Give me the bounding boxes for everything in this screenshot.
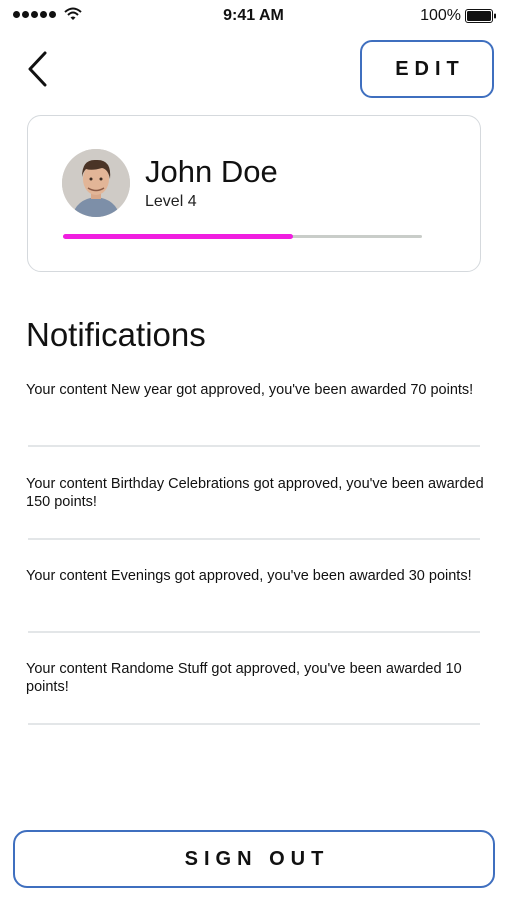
divider <box>28 631 480 633</box>
battery-percentage: 100% <box>420 7 461 24</box>
avatar[interactable] <box>62 149 130 217</box>
battery-icon <box>465 9 496 23</box>
divider <box>28 538 480 540</box>
notifications-title: Notifications <box>26 316 206 353</box>
status-bar: 9:41 AM 100% <box>0 0 507 32</box>
profile-card: John Doe Level 4 <box>27 115 481 272</box>
user-name: John Doe <box>145 154 278 189</box>
divider <box>28 445 480 447</box>
notification-item: Your content Evenings got approved, you'… <box>26 568 472 584</box>
user-level: Level 4 <box>145 193 197 210</box>
notification-item: Your content Randome Stuff got approved,… <box>26 661 462 695</box>
chevron-left-icon <box>28 51 47 87</box>
profile-screen: 9:41 AM 100% EDIT John Doe Level 4 Notif… <box>0 0 507 900</box>
user-avatar-icon <box>62 149 130 217</box>
notification-item: Your content Birthday Celebrations got a… <box>26 476 484 510</box>
sign-out-button[interactable]: SIGN OUT <box>13 830 495 888</box>
back-button[interactable] <box>20 48 54 90</box>
divider <box>28 723 480 725</box>
level-progress-fill <box>63 234 293 239</box>
level-progress-bar <box>63 234 422 239</box>
edit-button[interactable]: EDIT <box>360 40 494 98</box>
notification-item: Your content New year got approved, you'… <box>26 382 474 398</box>
